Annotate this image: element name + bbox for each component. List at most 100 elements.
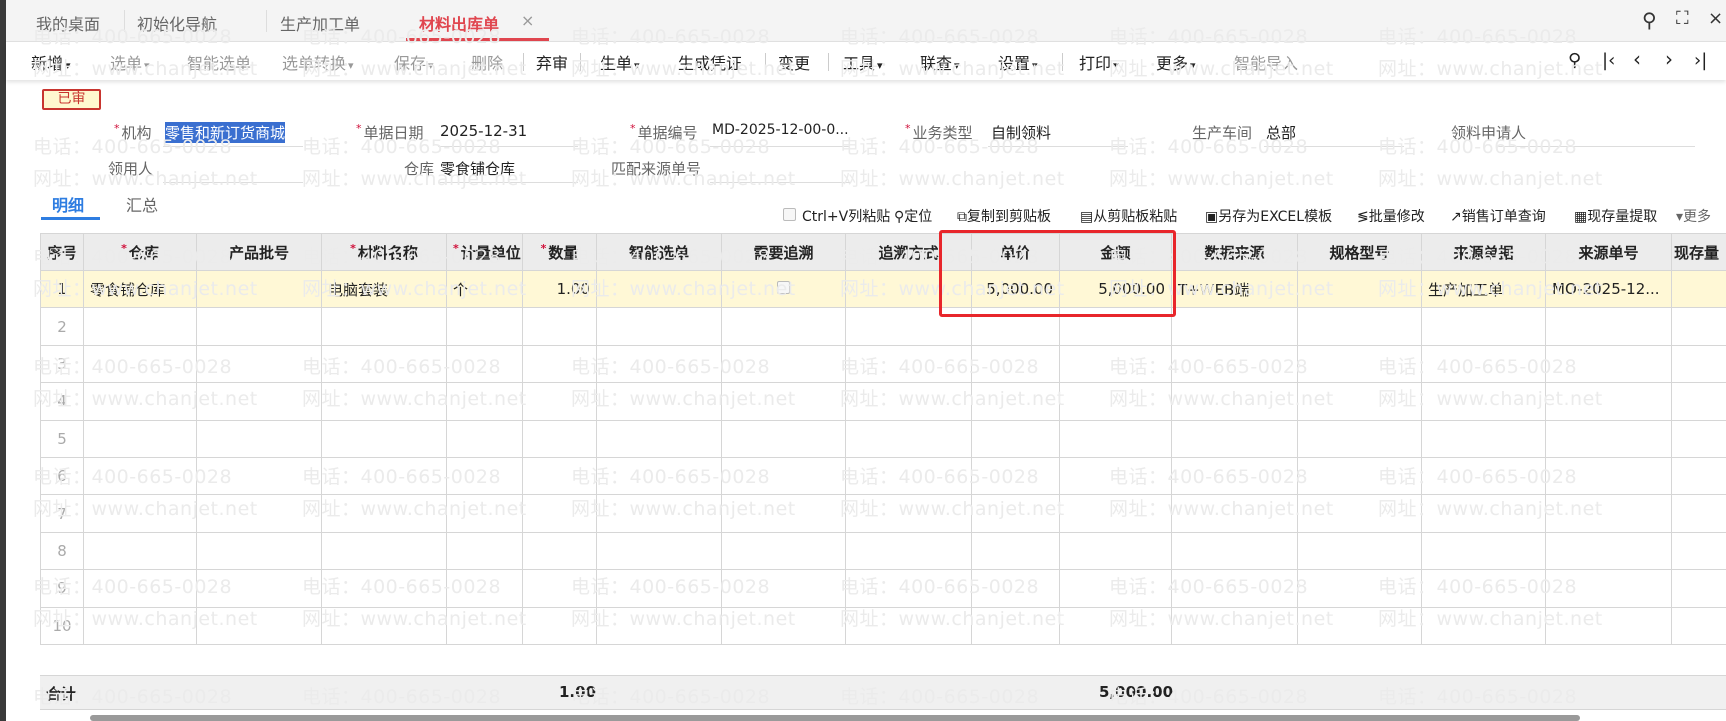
last-record-icon[interactable]: ›| bbox=[1694, 50, 1707, 71]
cell-amount[interactable] bbox=[1059, 456, 1172, 496]
cell-unit[interactable] bbox=[446, 456, 523, 496]
cell-price[interactable] bbox=[971, 419, 1060, 458]
cell-material[interactable] bbox=[321, 307, 447, 346]
cell-src-no[interactable] bbox=[1545, 382, 1672, 421]
cell-source[interactable] bbox=[1171, 569, 1298, 608]
column-header[interactable]: * 材料名称 bbox=[321, 233, 447, 271]
tab-desktop[interactable]: 我的桌面 bbox=[36, 11, 100, 35]
cell-warehouse[interactable] bbox=[83, 307, 197, 346]
receiver-field[interactable] bbox=[163, 182, 303, 183]
cell-src-doc[interactable] bbox=[1421, 307, 1546, 346]
cell-stock[interactable] bbox=[1671, 606, 1726, 645]
inquiry-button[interactable]: 联查 ▾ bbox=[920, 50, 960, 74]
cell-price[interactable] bbox=[971, 494, 1060, 533]
cell-trace[interactable] bbox=[721, 382, 846, 421]
cell-unit[interactable] bbox=[446, 382, 523, 421]
cell-amount[interactable] bbox=[1059, 382, 1172, 421]
cell-amount[interactable] bbox=[1059, 531, 1172, 571]
stock-fetch-button[interactable]: ▦现存量提取 bbox=[1574, 206, 1657, 226]
cell-warehouse[interactable] bbox=[83, 419, 197, 458]
cell-price[interactable] bbox=[971, 531, 1060, 571]
cell-material[interactable] bbox=[321, 569, 447, 608]
cell-spec[interactable] bbox=[1297, 494, 1422, 533]
cell-batch[interactable] bbox=[196, 344, 322, 384]
warehouse-field[interactable]: 零食铺仓库 bbox=[440, 158, 515, 179]
settings-button[interactable]: 设置 ▾ bbox=[998, 50, 1038, 74]
cell-amount[interactable] bbox=[1059, 419, 1172, 458]
cell-src-doc[interactable] bbox=[1421, 456, 1546, 496]
cell-source[interactable] bbox=[1171, 456, 1298, 496]
cell-src-no[interactable] bbox=[1545, 606, 1672, 645]
cell-spec[interactable] bbox=[1297, 419, 1422, 458]
cell-idx[interactable]: 8 bbox=[40, 531, 84, 571]
cell-warehouse[interactable] bbox=[83, 569, 197, 608]
cell-idx[interactable]: 10 bbox=[40, 606, 84, 645]
cell-source[interactable] bbox=[1171, 419, 1298, 458]
cell-smart[interactable] bbox=[596, 307, 722, 346]
cell-idx[interactable]: 9 bbox=[40, 569, 84, 608]
cell-warehouse[interactable] bbox=[83, 382, 197, 421]
cell-price[interactable] bbox=[971, 344, 1060, 384]
cell-trace-mode[interactable] bbox=[845, 382, 972, 421]
column-header[interactable]: 来源单据 bbox=[1421, 233, 1546, 271]
cell-material[interactable] bbox=[321, 494, 447, 533]
cell-src-doc[interactable]: 生产加工单 bbox=[1421, 269, 1546, 309]
cell-warehouse[interactable] bbox=[83, 456, 197, 496]
cell-trace[interactable] bbox=[721, 456, 846, 496]
cell-smart[interactable] bbox=[596, 456, 722, 496]
cell-smart[interactable] bbox=[596, 344, 722, 384]
save-excel-template-button[interactable]: ▣另存为EXCEL模板 bbox=[1205, 206, 1332, 226]
cell-smart[interactable] bbox=[596, 269, 722, 309]
cell-trace-mode[interactable] bbox=[845, 606, 972, 645]
cell-qty[interactable] bbox=[522, 606, 597, 645]
change-button[interactable]: 变更 bbox=[778, 50, 810, 74]
cell-amount[interactable] bbox=[1059, 606, 1172, 645]
cell-qty[interactable] bbox=[522, 382, 597, 421]
cell-batch[interactable] bbox=[196, 569, 322, 608]
column-header[interactable]: 产品批号 bbox=[196, 233, 322, 271]
cell-trace[interactable] bbox=[721, 419, 846, 458]
column-header[interactable]: 规格型号 bbox=[1297, 233, 1422, 271]
generate-button[interactable]: 生单 ▾ bbox=[600, 50, 640, 74]
workshop-field[interactable]: 总部 bbox=[1266, 122, 1296, 143]
cell-unit[interactable] bbox=[446, 606, 523, 645]
table-row[interactable]: 1 零食铺仓库 电脑套装个 1.00 5,000.00 5,000.00 T+WEB端 生产加… bbox=[40, 269, 1726, 309]
close-tab-icon[interactable]: × bbox=[521, 11, 534, 30]
delete-button[interactable]: 删除 bbox=[471, 50, 503, 74]
paste-clipboard-button[interactable]: ▤从剪贴板粘贴 bbox=[1080, 206, 1177, 226]
cell-batch[interactable] bbox=[196, 531, 322, 571]
column-header[interactable]: 序号 bbox=[40, 233, 84, 271]
table-row[interactable]: 7 bbox=[40, 494, 1726, 533]
cell-material[interactable] bbox=[321, 456, 447, 496]
cell-idx[interactable]: 2 bbox=[40, 307, 84, 346]
cell-batch[interactable] bbox=[196, 382, 322, 421]
cell-spec[interactable] bbox=[1297, 307, 1422, 346]
cell-idx[interactable]: 1 bbox=[40, 269, 84, 309]
cell-stock[interactable] bbox=[1671, 494, 1726, 533]
locate-button[interactable]: ⚲定位 bbox=[894, 206, 932, 226]
table-row[interactable]: 8 bbox=[40, 531, 1726, 571]
column-header[interactable]: 数据来源 bbox=[1171, 233, 1298, 271]
cell-amount[interactable] bbox=[1059, 494, 1172, 533]
save-button[interactable]: 保存 ▾ bbox=[394, 50, 434, 74]
cell-trace-mode[interactable] bbox=[845, 494, 972, 533]
biz-type-field[interactable]: 自制领料 bbox=[991, 122, 1051, 143]
table-row[interactable]: 10 bbox=[40, 606, 1726, 645]
column-header[interactable]: 智能选单 bbox=[596, 233, 722, 271]
preview-icon[interactable]: ⚲ bbox=[1568, 50, 1581, 71]
next-record-icon[interactable]: › bbox=[1665, 47, 1673, 71]
cell-src-no[interactable] bbox=[1545, 307, 1672, 346]
cell-unit[interactable] bbox=[446, 569, 523, 608]
cell-stock[interactable] bbox=[1671, 269, 1726, 309]
cell-trace[interactable] bbox=[721, 344, 846, 384]
new-button[interactable]: 新增 ▾ bbox=[31, 50, 71, 74]
smart-select-button[interactable]: 智能选单 bbox=[187, 50, 251, 74]
cell-warehouse[interactable] bbox=[83, 344, 197, 384]
trace-checkbox[interactable] bbox=[777, 281, 790, 295]
cell-trace-mode[interactable] bbox=[845, 569, 972, 608]
cell-trace-mode[interactable] bbox=[845, 456, 972, 496]
cell-spec[interactable] bbox=[1297, 606, 1422, 645]
cell-warehouse[interactable]: 零食铺仓库 bbox=[83, 269, 197, 309]
code-field[interactable]: MD-2025-12-00-0... bbox=[712, 122, 849, 138]
cell-spec[interactable] bbox=[1297, 456, 1422, 496]
